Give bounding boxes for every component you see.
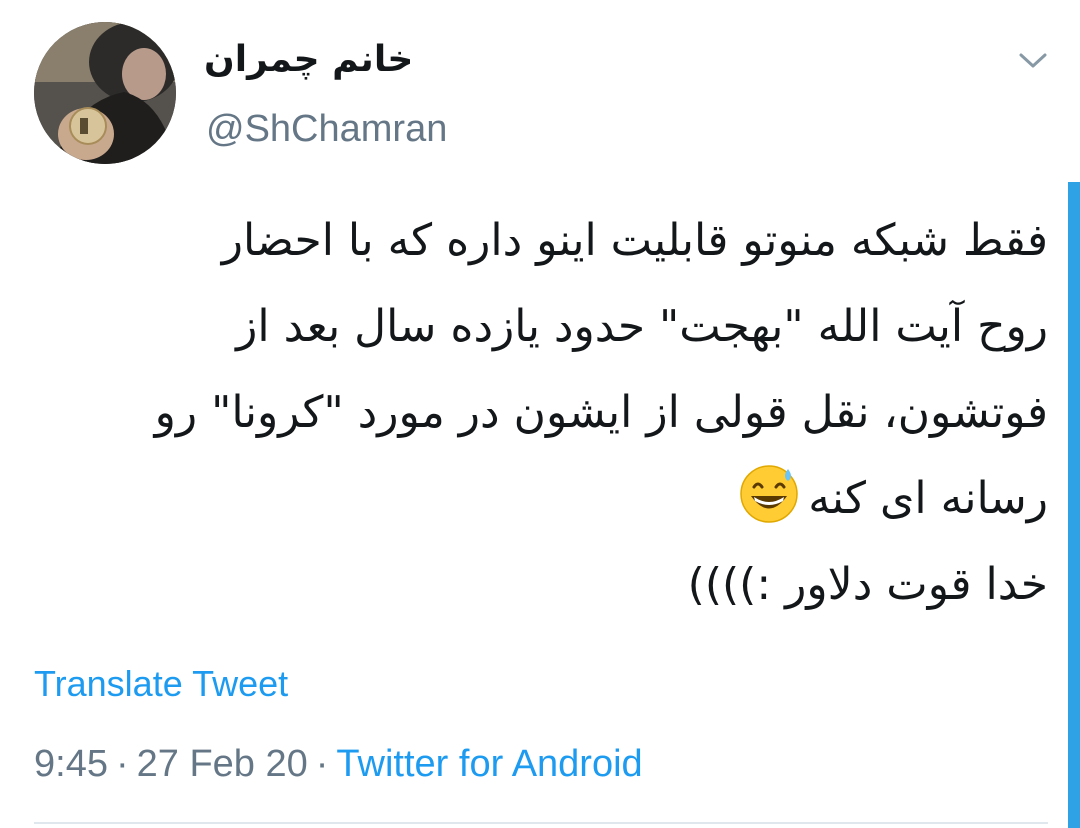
divider — [34, 822, 1048, 824]
tweet-date: 27 Feb 20 — [136, 743, 308, 785]
tweet-text: فقط شبکه منوتو قابلیت اینو داره که با اح… — [30, 198, 1048, 628]
tweet-text-line: خدا قوت دلاور :)))) — [687, 559, 1048, 610]
tweet-text-segment: رسانه ای کنه — [808, 473, 1048, 524]
separator: · — [115, 743, 129, 785]
username[interactable]: @ShChamran — [206, 106, 447, 152]
avatar[interactable] — [34, 22, 176, 164]
scrollbar[interactable] — [1068, 182, 1080, 828]
tweet-text-line: فقط شبکه منوتو قابلیت اینو داره که با اح… — [221, 215, 1048, 266]
separator: · — [315, 743, 329, 785]
display-name[interactable]: خانم چمران — [204, 38, 413, 82]
grinning-face-with-sweat-icon — [738, 463, 800, 525]
tweet-source-link[interactable]: Twitter for Android — [336, 743, 642, 785]
tweet-text-line: فوتشون، نقل قولی از ایشون در مورد "کرونا… — [154, 387, 1048, 438]
translate-tweet-link[interactable]: Translate Tweet — [34, 662, 288, 706]
tweet-time: 9:45 — [34, 743, 108, 785]
tweet-metadata: 9:45 · 27 Feb 20 · Twitter for Android — [34, 740, 643, 788]
chevron-down-icon[interactable] — [1018, 50, 1048, 72]
tweet-text-line-with-emoji: رسانه ای کنه — [30, 456, 1048, 542]
tweet-text-line: روح آیت الله "بهجت" حدود یازده سال بعد ا… — [236, 301, 1048, 352]
